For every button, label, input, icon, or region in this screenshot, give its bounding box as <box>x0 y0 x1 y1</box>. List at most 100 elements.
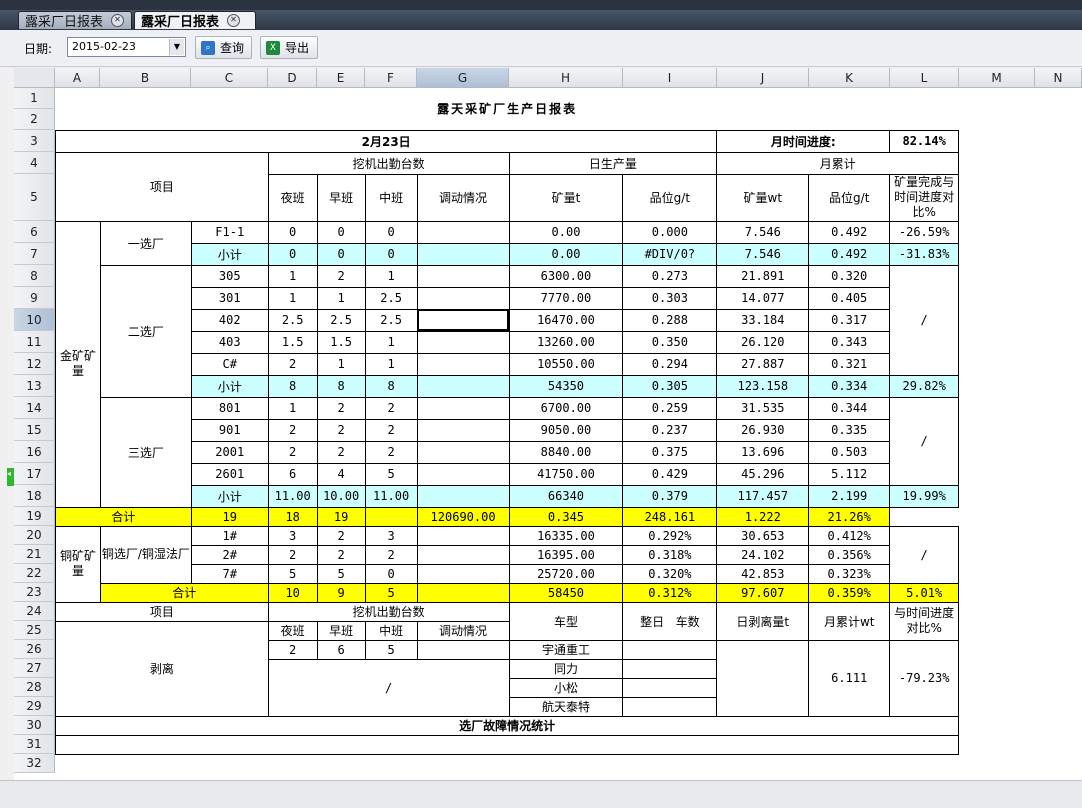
tab-report-1[interactable]: 露采厂日报表 ✕ <box>18 11 132 30</box>
cell[interactable]: 54350 <box>508 374 624 398</box>
cell[interactable]: 2 <box>316 544 366 565</box>
cell[interactable]: -31.83% <box>889 242 960 266</box>
close-icon[interactable]: ✕ <box>111 14 125 27</box>
column-header[interactable]: M <box>959 68 1035 88</box>
cell[interactable]: 5 <box>364 462 418 486</box>
cell[interactable]: 1 <box>364 264 418 288</box>
select-all-corner[interactable] <box>14 68 55 88</box>
column-header[interactable]: C <box>191 68 268 88</box>
cell[interactable] <box>416 525 510 546</box>
cell[interactable]: 0.405 <box>808 286 891 310</box>
cell[interactable]: 8840.00 <box>508 440 624 464</box>
cell[interactable]: 9 <box>316 582 366 603</box>
cell[interactable]: 2 <box>267 639 318 660</box>
cell[interactable]: -79.23% <box>889 639 960 717</box>
selected-cell[interactable] <box>416 308 510 332</box>
cell[interactable]: 0.334 <box>808 374 891 398</box>
cell[interactable]: 2.5 <box>267 308 318 332</box>
cell[interactable]: 0.429 <box>622 462 718 486</box>
cell[interactable]: 42.853 <box>716 563 810 584</box>
cell[interactable]: 5 <box>316 563 366 584</box>
column-header[interactable]: D <box>268 68 317 88</box>
row-header[interactable]: 31 <box>14 735 55 754</box>
cell[interactable]: / <box>889 396 960 486</box>
cell[interactable]: 0.312% <box>622 582 718 603</box>
cell[interactable]: 33.184 <box>716 308 810 332</box>
cell[interactable] <box>54 734 960 755</box>
row-header[interactable]: 7 <box>14 243 55 265</box>
date-picker[interactable]: 2015-02-23 ▼ <box>67 37 186 57</box>
cell[interactable]: 1.5 <box>267 330 318 354</box>
cell[interactable]: 0.356% <box>808 544 891 565</box>
cell[interactable]: 2.5 <box>316 308 366 332</box>
cell[interactable]: 8 <box>267 374 318 398</box>
cell[interactable]: 2 <box>267 440 318 464</box>
cell[interactable]: 2# <box>190 544 269 565</box>
cell[interactable]: 16470.00 <box>508 308 624 332</box>
row-header[interactable]: 3 <box>14 130 55 152</box>
cell[interactable] <box>416 330 510 354</box>
cell[interactable]: 19 <box>316 506 366 527</box>
cell[interactable] <box>416 374 510 398</box>
cell[interactable]: 0.303 <box>622 286 718 310</box>
cell[interactable] <box>416 286 510 310</box>
cell[interactable]: 2.199 <box>808 484 891 508</box>
cell[interactable]: 11.00 <box>267 484 318 508</box>
cell[interactable]: 901 <box>190 418 269 442</box>
row-header[interactable]: 21 <box>14 545 55 564</box>
cell[interactable]: 16395.00 <box>508 544 624 565</box>
cell[interactable]: 0.273 <box>622 264 718 288</box>
row-header[interactable]: 4 <box>14 152 55 174</box>
cell[interactable] <box>416 462 510 486</box>
cell[interactable]: 403 <box>190 330 269 354</box>
cell[interactable]: 0.412% <box>808 525 891 546</box>
cell[interactable]: 0 <box>364 242 418 266</box>
row-header[interactable]: 25 <box>14 621 55 640</box>
cell[interactable]: 0.305 <box>622 374 718 398</box>
cell[interactable]: 0.379 <box>622 484 718 508</box>
cell[interactable]: 10.00 <box>316 484 366 508</box>
chevron-down-icon[interactable]: ▼ <box>169 39 184 55</box>
row-header[interactable]: 26 <box>14 640 55 659</box>
cell[interactable]: 5 <box>364 639 418 660</box>
row-header[interactable]: 32 <box>14 754 55 773</box>
cell[interactable]: 120690.00 <box>416 506 510 527</box>
cell[interactable]: 10550.00 <box>508 352 624 376</box>
cell[interactable] <box>416 582 510 603</box>
cell[interactable]: / <box>889 525 960 584</box>
cell[interactable]: 31.535 <box>716 396 810 420</box>
cell[interactable]: 2 <box>364 440 418 464</box>
cell[interactable]: / <box>267 658 510 717</box>
cell[interactable]: 27.887 <box>716 352 810 376</box>
cell[interactable]: 0.492 <box>808 220 891 244</box>
column-header[interactable]: H <box>509 68 623 88</box>
cell[interactable]: 21.26% <box>808 506 891 527</box>
cell[interactable]: 0.00 <box>508 242 624 266</box>
cell[interactable] <box>416 563 510 584</box>
cell[interactable]: 16335.00 <box>508 525 624 546</box>
cell[interactable]: 2 <box>316 396 366 420</box>
cell[interactable]: 1.5 <box>316 330 366 354</box>
cell[interactable]: 0.259 <box>622 396 718 420</box>
cell[interactable]: 0.492 <box>808 242 891 266</box>
column-header[interactable]: F <box>365 68 417 88</box>
cell[interactable]: 6.111 <box>808 639 891 717</box>
cell[interactable]: 6 <box>267 462 318 486</box>
cell[interactable]: 45.296 <box>716 462 810 486</box>
cell[interactable]: 0.321 <box>808 352 891 376</box>
cell[interactable]: / <box>889 264 960 376</box>
cell[interactable]: 0.350 <box>622 330 718 354</box>
cell[interactable] <box>416 639 510 660</box>
cell[interactable]: 2 <box>267 418 318 442</box>
cell[interactable]: 10 <box>267 582 318 603</box>
cell[interactable]: 1 <box>267 286 318 310</box>
row-header[interactable]: 12 <box>14 353 55 375</box>
row-header[interactable]: 30 <box>14 716 55 735</box>
cell[interactable]: 0.320 <box>808 264 891 288</box>
cell[interactable]: 1.222 <box>716 506 810 527</box>
export-button[interactable]: X 导出 <box>260 36 318 59</box>
cell[interactable]: 2 <box>267 544 318 565</box>
column-header[interactable]: B <box>100 68 191 88</box>
cell[interactable]: 2 <box>316 525 366 546</box>
cell[interactable]: 24.102 <box>716 544 810 565</box>
